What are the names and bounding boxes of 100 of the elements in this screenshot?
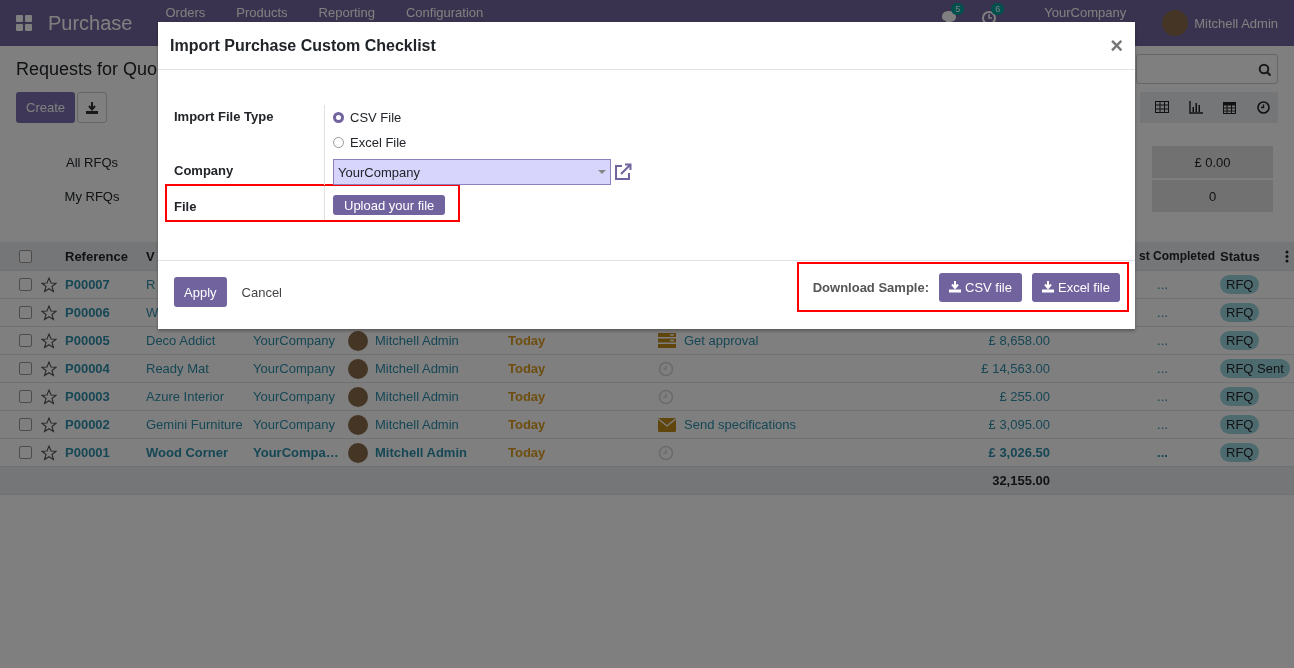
- close-button[interactable]: ×: [1110, 32, 1123, 59]
- buyer-cell: Mitchell Admin: [375, 389, 459, 404]
- kebab-menu-icon: [1285, 249, 1289, 263]
- reference-cell: P00007: [65, 277, 110, 292]
- vendor-cell: Azure Interior: [146, 389, 225, 404]
- clock-icon: [1257, 101, 1271, 114]
- select-all-checkbox[interactable]: [19, 249, 32, 263]
- task-list-icon: [658, 333, 676, 348]
- radio-label[interactable]: CSV File: [350, 110, 402, 125]
- star-icon: [41, 304, 57, 321]
- avatar: [348, 386, 368, 407]
- radio-label[interactable]: Excel File: [350, 135, 407, 150]
- amount-cell: £ 3,095.00: [988, 417, 1050, 432]
- deadline-cell: Today: [508, 445, 546, 460]
- status-badge: RFQ: [1220, 331, 1260, 350]
- activity-link[interactable]: Send specifications: [684, 417, 796, 432]
- status-badge: RFQ: [1220, 443, 1260, 462]
- menu-item[interactable]: Orders: [165, 5, 206, 20]
- search-field[interactable]: [1136, 54, 1278, 84]
- deadline-cell: Today: [508, 333, 546, 348]
- download-icon: [1041, 281, 1054, 293]
- view-switch[interactable]: [1186, 98, 1206, 117]
- vendor-cell: R: [146, 277, 156, 292]
- star-icon: [41, 444, 57, 461]
- field-label: File: [174, 198, 198, 216]
- company-switcher[interactable]: YourCompany: [1044, 5, 1127, 20]
- company-cell: YourCompany: [253, 361, 335, 376]
- buyer-cell: Mitchell Admin: [375, 445, 467, 460]
- row-checkbox[interactable]: [19, 362, 32, 375]
- company-cell: YourCompany: [253, 333, 335, 348]
- activity-link[interactable]: Get approval: [684, 333, 759, 348]
- last-completed-cell: ...: [1157, 333, 1168, 348]
- menu-item[interactable]: Reporting: [318, 5, 375, 20]
- star-icon: [41, 276, 57, 293]
- download-button[interactable]: [77, 92, 108, 123]
- bar-chart-icon: [1189, 101, 1203, 114]
- company-select[interactable]: YourCompany: [333, 159, 611, 185]
- status-badge: RFQ: [1220, 275, 1260, 294]
- menu-item[interactable]: Products: [236, 5, 288, 20]
- apply-button[interactable]: Apply: [174, 277, 227, 307]
- menu-item[interactable]: Configuration: [405, 5, 484, 20]
- deadline-cell: Today: [508, 417, 546, 432]
- status-badge: RFQ: [1220, 303, 1260, 322]
- cancel-button[interactable]: Cancel: [226, 277, 297, 307]
- download-sample-button[interactable]: CSV file: [939, 272, 1022, 302]
- caret-icon: [598, 170, 606, 174]
- row-checkbox[interactable]: [19, 446, 32, 459]
- status-badge: RFQ Sent: [1220, 359, 1290, 378]
- amount-cell: £ 8,658.00: [988, 333, 1050, 348]
- radio-button[interactable]: [333, 112, 344, 123]
- download-sample-button[interactable]: Excel file: [1031, 272, 1120, 302]
- app-title[interactable]: Purchase: [48, 11, 133, 35]
- buyer-cell: Mitchell Admin: [375, 361, 459, 376]
- calendar-icon: [1223, 101, 1237, 114]
- vendor-cell: Gemini Furniture: [146, 417, 243, 432]
- vendor-cell: Ready Mat: [146, 361, 209, 376]
- reference-cell: P00005: [65, 333, 110, 348]
- star-icon: [41, 416, 57, 433]
- vendor-cell: Wood Corner: [146, 445, 229, 460]
- avatar: [1162, 10, 1189, 36]
- buyer-cell: Mitchell Admin: [375, 417, 459, 432]
- deadline-cell: Today: [508, 389, 546, 404]
- row-checkbox[interactable]: [19, 390, 32, 403]
- deadline-cell: Today: [508, 361, 546, 376]
- avatar: [348, 358, 368, 379]
- column-header[interactable]: V: [146, 248, 155, 264]
- last-completed-cell: ...: [1157, 417, 1168, 432]
- count-badge: 5: [951, 3, 965, 15]
- reference-cell: P00001: [65, 445, 110, 460]
- table-view-icon: [1155, 101, 1169, 114]
- column-header[interactable]: st Completed: [1139, 249, 1215, 263]
- user-menu[interactable]: Mitchell Admin: [1194, 15, 1278, 31]
- amount-cell: £ 3,026.50: [988, 445, 1050, 460]
- last-completed-cell: ...: [1157, 305, 1168, 320]
- row-checkbox[interactable]: [19, 334, 32, 347]
- create-button[interactable]: Create: [16, 92, 76, 123]
- total-amount: 32,155.00: [992, 473, 1050, 488]
- amount-cell: £ 255.00: [999, 389, 1050, 404]
- status-badge: RFQ: [1220, 387, 1260, 406]
- apps-icon: [16, 15, 32, 31]
- company-cell: YourCompany: [253, 389, 335, 404]
- field-label: Import File Type: [174, 108, 275, 126]
- upload-button[interactable]: Upload your file: [333, 195, 446, 215]
- row-checkbox[interactable]: [19, 418, 32, 431]
- status-badge: RFQ: [1220, 415, 1260, 434]
- radio-button[interactable]: [333, 137, 344, 148]
- company-cell: YourCompa…: [253, 445, 339, 460]
- company-cell: YourCompany: [253, 417, 335, 432]
- reference-cell: P00002: [65, 417, 110, 432]
- dialog-title: Import Purchase Custom Checklist: [170, 36, 436, 55]
- row-checkbox[interactable]: [19, 278, 32, 291]
- vendor-cell: Deco Addict: [146, 333, 216, 348]
- column-header[interactable]: Reference: [65, 248, 128, 264]
- download-sample-label: Download Sample:: [812, 279, 929, 295]
- avatar: [348, 414, 368, 435]
- last-completed-cell: ...: [1157, 277, 1168, 292]
- last-completed-cell: ...: [1157, 389, 1168, 404]
- row-checkbox[interactable]: [19, 306, 32, 319]
- download-icon: [949, 281, 961, 293]
- column-header[interactable]: Status: [1220, 248, 1260, 264]
